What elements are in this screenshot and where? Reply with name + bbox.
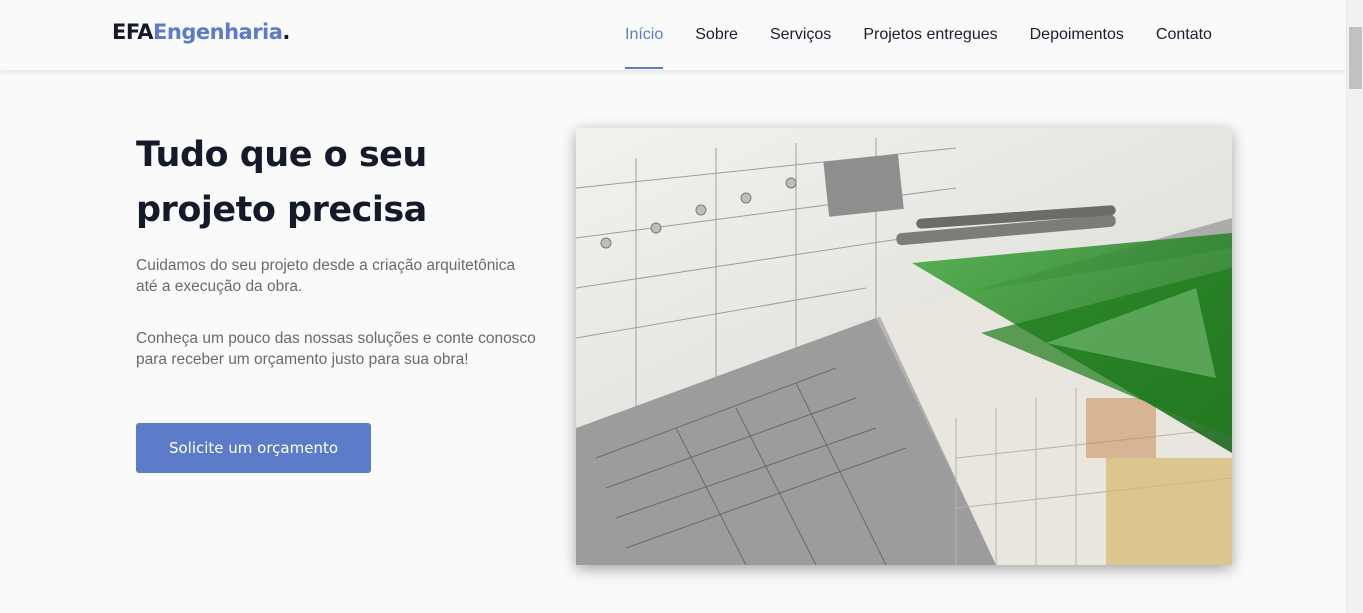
nav-item-projetos-entregues[interactable]: Projetos entregues [863,0,997,70]
vertical-scrollbar[interactable] [1346,0,1363,613]
nav-item-sobre[interactable]: Sobre [695,0,738,70]
nav-item-depoimentos[interactable]: Depoimentos [1030,0,1124,70]
scrollbar-thumb[interactable] [1349,27,1362,89]
nav-item-contato[interactable]: Contato [1156,0,1212,70]
request-quote-button[interactable]: Solicite um orçamento [136,423,371,473]
site-header: EFAEngenharia. Início Sobre Serviços Pro… [0,0,1346,70]
nav-item-servicos[interactable]: Serviços [770,0,831,70]
hero-blueprint-image [576,128,1232,565]
nav-item-inicio[interactable]: Início [625,0,664,70]
brand-logo[interactable]: EFAEngenharia. [112,20,290,44]
blueprint-illustration [576,128,1232,565]
logo-part-efa: EFA [112,20,154,44]
logo-dot: . [282,20,290,44]
hero-paragraph-1: Cuidamos do seu projeto desde a criação … [136,257,516,295]
logo-part-engenharia: Engenharia [153,20,283,44]
main-nav: Início Sobre Serviços Projetos entregues… [625,0,1244,70]
hero-paragraph-2: Conheça um pouco das nossas soluções e c… [136,330,536,368]
hero-title: Tudo que o seu projeto precisa [136,135,427,230]
